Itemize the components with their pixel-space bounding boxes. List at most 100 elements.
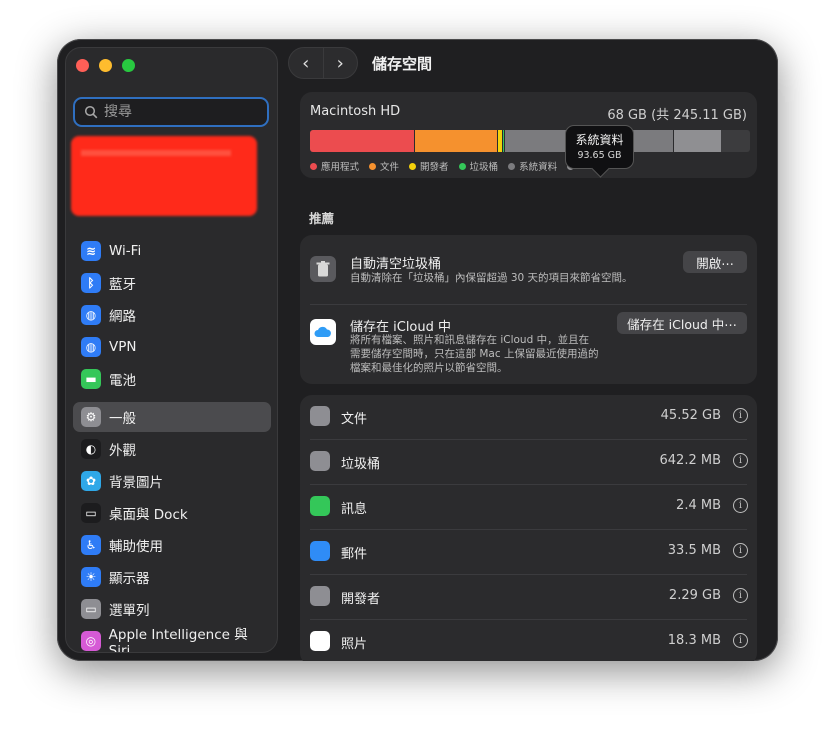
category-row[interactable]: 文件 45.52 GB i [300, 395, 757, 440]
recommendation-description-line: 將所有檔案、照片和訊息儲存在 iCloud 中，並且在 [350, 334, 590, 346]
recommendation-auto-empty-trash: 自動清空垃圾桶 自動清除在「垃圾桶」內保留超過 30 天的項目來節省空間。 開啟… [310, 251, 747, 302]
redacted-account-area[interactable] [71, 136, 257, 216]
category-size: 2.4 MB [676, 498, 721, 513]
info-icon[interactable]: i [733, 588, 748, 603]
sidebar-item-appearance[interactable]: ◐ 外觀 [73, 434, 271, 464]
content-pane: ‹ › 儲存空間 Macintosh HD 68 GB (共 245.11 GB… [286, 39, 778, 661]
wifi-icon: ≋ [81, 241, 101, 261]
tooltip-size: 93.65 GB [577, 150, 622, 161]
sidebar-item-label: 藍牙 [109, 277, 136, 293]
volume-name: Macintosh HD [310, 104, 401, 119]
navigation-buttons: ‹ › [288, 47, 358, 79]
recommendation-store-in-icloud: 儲存在 iCloud 中 將所有檔案、照片和訊息儲存在 iCloud 中，並且在… [310, 312, 747, 377]
category-row[interactable]: 垃圾桶 642.2 MB i [300, 440, 757, 485]
category-row[interactable]: 郵件 33.5 MB i [300, 530, 757, 575]
recommendations-heading: 推薦 [309, 211, 335, 226]
storage-usage-bar[interactable] [310, 130, 750, 152]
siri-icon: ◎ [81, 631, 101, 651]
search-input[interactable] [102, 103, 256, 121]
sidebar-item-label: 背景圖片 [109, 475, 163, 491]
trash-icon [310, 256, 336, 282]
tooltip-title: 系統資料 [575, 133, 624, 147]
segment-tooltip: 系統資料 93.65 GB [565, 125, 634, 169]
photos-icon [310, 631, 330, 651]
category-name: 文件 [341, 412, 368, 427]
sidebar-item-wifi[interactable]: ≋ Wi-Fi [73, 236, 271, 266]
sidebar-item-siri[interactable]: ◎ Apple Intelligence 與 Siri [73, 626, 271, 653]
category-size: 2.29 GB [668, 588, 721, 603]
category-name: 郵件 [341, 547, 368, 562]
sidebar: ≋ Wi-Fi ᛒ 藍牙 ◍ 網路 ◍ VPN ▬ 電池 ⚙ 一般 ◐ 外觀 ✿ 背景圖片 ▭ 桌面與 Dock… [65, 47, 278, 653]
dock-icon: ▭ [81, 503, 101, 523]
info-icon[interactable]: i [733, 498, 748, 513]
storage-summary-card: Macintosh HD 68 GB (共 245.11 GB) 應用程式 文件開… [300, 92, 757, 178]
volume-usage: 68 GB (共 245.11 GB) [607, 108, 747, 123]
legend-item: 垃圾桶 [458, 159, 498, 173]
search-icon [84, 105, 98, 119]
sidebar-item-bluetooth[interactable]: ᛒ 藍牙 [73, 268, 271, 298]
category-name: 照片 [341, 637, 368, 652]
storage-bar-segment[interactable] [415, 130, 499, 152]
recommendation-description: 自動清除在「垃圾桶」內保留超過 30 天的項目來節省空間。 [350, 272, 633, 284]
sidebar-item-vpn-globe[interactable]: ◍ VPN [73, 332, 271, 362]
storage-categories-list: 文件 45.52 GB i 垃圾桶 642.2 MB i 訊息 2.4 MB i 郵件 33.5 M… [300, 395, 757, 661]
sidebar-item-gear[interactable]: ⚙ 一般 [73, 402, 271, 432]
category-row[interactable]: 訊息 2.4 MB i [300, 485, 757, 530]
legend-item: 文件 [369, 159, 399, 173]
info-icon[interactable]: i [733, 408, 748, 423]
sidebar-item-menubar[interactable]: ▭ 選單列 [73, 594, 271, 624]
sidebar-item-battery[interactable]: ▬ 電池 [73, 364, 271, 394]
legend-item: 應用程式 [310, 159, 359, 173]
category-row[interactable]: 照片 18.3 MB i [300, 620, 757, 661]
battery-icon: ▬ [81, 369, 101, 389]
minimize-window-button[interactable] [99, 59, 112, 72]
sidebar-item-label: 一般 [109, 411, 136, 427]
sidebar-item-label: 顯示器 [109, 571, 150, 587]
page-title: 儲存空間 [372, 55, 433, 73]
sidebar-item-label: 電池 [109, 373, 136, 389]
legend-item: 開發者 [409, 159, 449, 173]
search-field[interactable] [73, 97, 269, 127]
zoom-window-button[interactable] [122, 59, 135, 72]
category-size: 642.2 MB [659, 453, 721, 468]
category-name: 訊息 [341, 502, 368, 517]
storage-bar-segment[interactable] [310, 130, 416, 152]
recommendation-description-line: 需要儲存空間時，只在這部 Mac 上保留最近使用過的 [350, 348, 599, 360]
sidebar-item-label: 桌面與 Dock [109, 507, 188, 523]
recommendations-card: 自動清空垃圾桶 自動清除在「垃圾桶」內保留超過 30 天的項目來節省空間。 開啟… [300, 235, 757, 384]
storage-bar-segment[interactable] [674, 130, 722, 152]
bluetooth-icon: ᛒ [81, 273, 101, 293]
sidebar-item-label: Apple Intelligence 與 Siri [108, 627, 248, 653]
document-icon [310, 406, 330, 426]
sidebar-item-display-brightness[interactable]: ☀ 顯示器 [73, 562, 271, 592]
back-button[interactable]: ‹ [289, 48, 323, 78]
sidebar-item-label: VPN [109, 339, 137, 355]
icloud-icon [310, 319, 336, 345]
recommendation-title: 自動清空垃圾桶 [350, 257, 442, 272]
sidebar-item-label: 網路 [109, 309, 136, 325]
forward-button[interactable]: › [324, 48, 358, 78]
sidebar-item-dock[interactable]: ▭ 桌面與 Dock [73, 498, 271, 528]
sidebar-item-label: 外觀 [109, 443, 136, 459]
accessibility-icon: ♿ [81, 535, 101, 555]
info-icon[interactable]: i [733, 453, 748, 468]
display-brightness-icon: ☀ [81, 567, 101, 587]
recommendation-description-line: 檔案和最佳化的照片以節省空間。 [350, 362, 508, 374]
legend-item: 系統資料 [508, 159, 557, 173]
appearance-icon: ◐ [81, 439, 101, 459]
sidebar-item-wallpaper[interactable]: ✿ 背景圖片 [73, 466, 271, 496]
category-row[interactable]: 開發者 2.29 GB i [300, 575, 757, 620]
gear-icon: ⚙ [81, 407, 101, 427]
sidebar-item-label: Wi-Fi [109, 243, 142, 259]
turn-on-button[interactable]: 開啟⋯ [683, 251, 747, 273]
info-icon[interactable]: i [733, 633, 748, 648]
store-in-icloud-button[interactable]: 儲存在 iCloud 中⋯ [617, 312, 747, 334]
wallpaper-icon: ✿ [81, 471, 101, 491]
close-window-button[interactable] [76, 59, 89, 72]
sidebar-item-globe[interactable]: ◍ 網路 [73, 300, 271, 330]
info-icon[interactable]: i [733, 543, 748, 558]
sidebar-item-label: 輔助使用 [109, 539, 163, 555]
sidebar-item-accessibility[interactable]: ♿ 輔助使用 [73, 530, 271, 560]
mail-icon [310, 541, 330, 561]
category-size: 45.52 GB [660, 408, 721, 423]
